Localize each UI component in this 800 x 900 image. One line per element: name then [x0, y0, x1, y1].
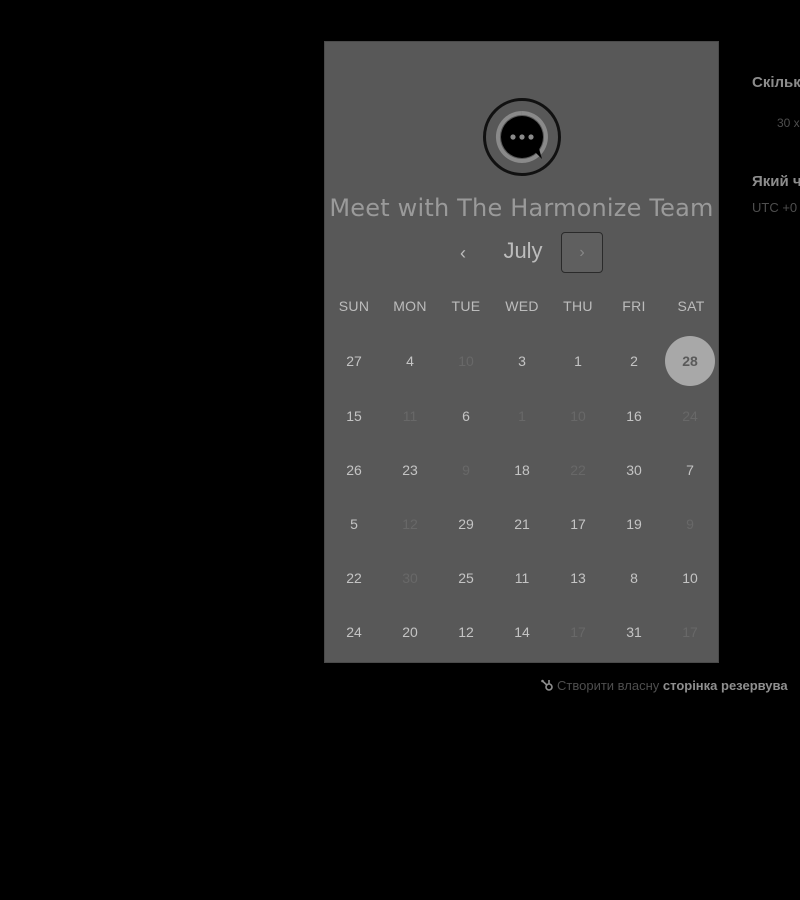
calendar-day[interactable]: 27 [329, 336, 379, 386]
calendar-grid: 27 4 10 3 1 2 28 15 11 6 1 10 16 24 26 23 9 18 22 30 7 5 12 29 2… [325, 42, 718, 662]
calendar-day[interactable]: 18 [497, 445, 547, 495]
calendar-day[interactable]: 15 [329, 391, 379, 441]
calendar-day[interactable]: 16 [609, 391, 659, 441]
calendar-day[interactable]: 8 [609, 553, 659, 603]
calendar-day[interactable]: 6 [441, 391, 491, 441]
calendar-day[interactable]: 10 [665, 553, 715, 603]
calendar-day[interactable]: 7 [665, 445, 715, 495]
calendar-day[interactable]: 31 [609, 607, 659, 657]
calendar-day: 9 [686, 516, 694, 532]
calendar-day[interactable]: 23 [385, 445, 435, 495]
calendar-day[interactable]: 4 [385, 336, 435, 386]
calendar-day[interactable]: 1 [553, 336, 603, 386]
calendar-day[interactable]: 3 [497, 336, 547, 386]
calendar-day[interactable]: 30 [609, 445, 659, 495]
calendar-day: 30 [402, 570, 418, 586]
calendar-day[interactable]: 5 [329, 499, 379, 549]
calendar-day: 17 [682, 624, 698, 640]
calendar-day[interactable]: 11 [497, 553, 547, 603]
calendar-day[interactable]: 2 [609, 336, 659, 386]
duration-heading: Скільк [752, 74, 800, 91]
calendar-day: 12 [402, 516, 418, 532]
time-heading: Який ч [752, 173, 800, 190]
hubspot-sprocket-icon [540, 678, 554, 692]
calendar-day: 10 [570, 408, 586, 424]
calendar-day-selected[interactable]: 28 [665, 336, 715, 386]
calendar-day: 24 [682, 408, 698, 424]
calendar-day[interactable]: 29 [441, 499, 491, 549]
calendar-day[interactable]: 21 [497, 499, 547, 549]
calendar-day: 22 [570, 462, 586, 478]
calendar-day[interactable]: 14 [497, 607, 547, 657]
footer-prefix: Створити власну [557, 678, 660, 693]
side-panel: Скільк 30 х Який ч UTC +0 [752, 0, 800, 900]
footer-link[interactable]: Створити власну сторінка резервува [540, 678, 788, 693]
calendar-day: 11 [402, 408, 418, 424]
calendar-day[interactable]: 26 [329, 445, 379, 495]
calendar-day: 17 [570, 624, 586, 640]
timezone-value[interactable]: UTC +0 [752, 200, 797, 215]
calendar-day[interactable]: 17 [553, 499, 603, 549]
booking-card: Meet with The Harmonize Team ‹ July › SU… [324, 41, 719, 663]
calendar-day[interactable]: 20 [385, 607, 435, 657]
calendar-day: 10 [458, 353, 474, 369]
calendar-day[interactable]: 12 [441, 607, 491, 657]
calendar-day[interactable]: 19 [609, 499, 659, 549]
calendar-day: 9 [462, 462, 470, 478]
calendar-day[interactable]: 24 [329, 607, 379, 657]
duration-option[interactable]: 30 х [777, 116, 800, 130]
calendar-day[interactable]: 22 [329, 553, 379, 603]
calendar-day: 1 [518, 408, 526, 424]
calendar-day[interactable]: 13 [553, 553, 603, 603]
calendar-day[interactable]: 25 [441, 553, 491, 603]
